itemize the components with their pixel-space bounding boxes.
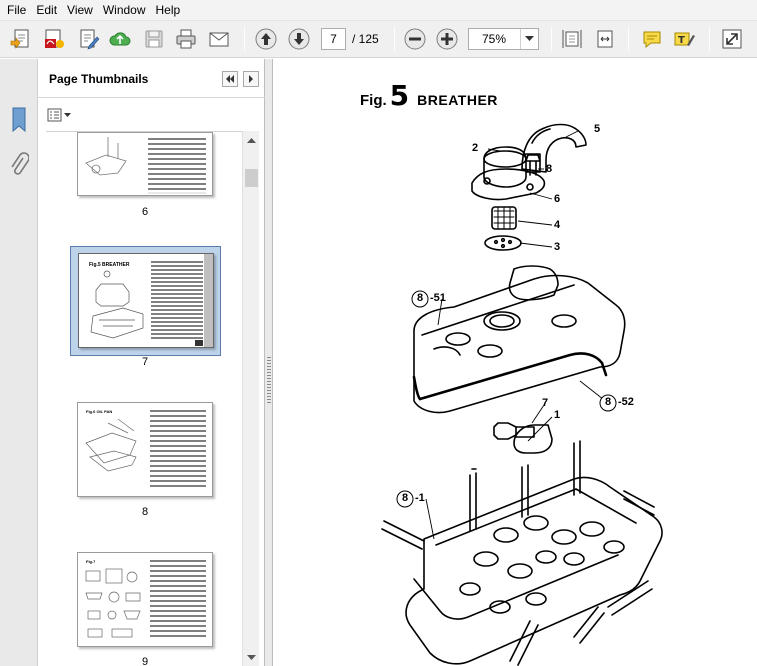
callout-8: 8 (546, 163, 553, 175)
callout-8-51-circle: 8 (417, 292, 424, 304)
toolbar-separator (394, 27, 395, 51)
thumbnail-scrollbar[interactable] (242, 131, 259, 666)
menu-help[interactable]: Help (151, 0, 186, 21)
collapse-left-icon[interactable] (222, 71, 238, 87)
zoom-select[interactable]: 75% (468, 28, 539, 50)
next-page-icon[interactable] (286, 26, 312, 52)
svg-text:T: T (678, 35, 685, 46)
toolbar-separator (709, 27, 710, 51)
fit-page-icon[interactable] (559, 26, 585, 52)
menu-file[interactable]: File (0, 0, 31, 21)
panel-splitter[interactable] (265, 59, 273, 666)
callout-52: -52 (618, 396, 634, 408)
create-icon[interactable] (8, 26, 34, 52)
zoom-in-icon[interactable] (434, 26, 460, 52)
thumbnail-options-icon[interactable] (47, 106, 75, 124)
callout-1-head: -1 (415, 492, 425, 504)
scroll-up-icon[interactable] (243, 131, 260, 148)
menu-view[interactable]: View (62, 0, 98, 21)
callout-7: 7 (542, 397, 549, 409)
page-thumbnail-7[interactable]: Fig.5 BREATHER (78, 253, 214, 348)
thumbnail-label: 8 (141, 506, 149, 518)
scroll-down-icon[interactable] (243, 649, 260, 666)
splitter-grip[interactable] (267, 357, 271, 405)
thumbnail-label: 6 (141, 206, 149, 218)
highlight-icon[interactable]: T (671, 26, 697, 52)
zoom-value: 75% (481, 32, 507, 46)
callout-8-1-circle: 8 (402, 492, 409, 504)
previous-page-icon[interactable] (253, 26, 279, 52)
page-thumbnail-9[interactable]: Fig.7 (77, 552, 213, 647)
page-number-input[interactable]: 7 (321, 28, 346, 50)
toolbar-separator (551, 27, 552, 51)
fit-width-icon[interactable] (592, 26, 618, 52)
document-view[interactable]: Fig. 5 BREATHER 5 2 8 6 4 3 8 -51 8 -52 … (274, 59, 757, 666)
menu-window[interactable]: Window (98, 0, 151, 21)
svg-text:Fig.5 BREATHER: Fig.5 BREATHER (89, 262, 130, 268)
callout-5: 5 (594, 123, 601, 135)
callout-51: -51 (430, 292, 446, 304)
breather-diagram (381, 123, 663, 666)
navigation-rail (0, 59, 38, 666)
expand-right-icon[interactable] (243, 71, 259, 87)
thumbnail-label: 7 (141, 356, 149, 368)
zoom-out-icon[interactable] (402, 26, 428, 52)
callout-2: 2 (472, 142, 479, 154)
callout-6: 6 (554, 193, 561, 205)
chevron-down-icon[interactable] (520, 29, 538, 49)
scroll-thumb[interactable] (245, 169, 258, 187)
thumbnails-panel: Page Thumbnails 6 Fig.5 BREATHER 7 Fig.6… (38, 59, 265, 666)
svg-text:Fig.7: Fig.7 (86, 559, 96, 564)
panel-title: Page Thumbnails (49, 72, 149, 86)
comment-icon[interactable] (639, 26, 665, 52)
print-icon[interactable] (173, 26, 199, 52)
toolbar-separator (244, 27, 245, 51)
upload-icon[interactable] (107, 26, 133, 52)
callout-8-52-circle: 8 (605, 396, 612, 408)
page-total: / 125 (352, 32, 379, 46)
svg-text:Fig.6 OIL PAN: Fig.6 OIL PAN (86, 409, 112, 414)
panel-divider (38, 97, 265, 98)
email-icon[interactable] (206, 26, 232, 52)
toolbar: 7 / 125 75% T (0, 21, 757, 58)
thumbnail-list[interactable]: 6 Fig.5 BREATHER 7 Fig.6 OIL PAN 8 Fig.7… (46, 131, 246, 666)
callout-1: 1 (554, 409, 561, 421)
thumbnail-label: 9 (141, 656, 149, 666)
bookmark-icon[interactable] (7, 106, 31, 134)
create-pdf-icon[interactable] (41, 26, 67, 52)
expand-icon[interactable] (719, 26, 745, 52)
edit-icon[interactable] (76, 26, 102, 52)
page-thumbnail-8[interactable]: Fig.6 OIL PAN (77, 402, 213, 497)
callout-3: 3 (554, 241, 561, 253)
menu-edit[interactable]: Edit (31, 0, 62, 21)
callout-4: 4 (554, 219, 561, 231)
save-icon[interactable] (141, 26, 167, 52)
menu-bar: File Edit View Window Help (0, 0, 757, 21)
attachment-icon[interactable] (7, 151, 31, 179)
page-thumbnail-6[interactable] (77, 132, 213, 196)
toolbar-separator (628, 27, 629, 51)
